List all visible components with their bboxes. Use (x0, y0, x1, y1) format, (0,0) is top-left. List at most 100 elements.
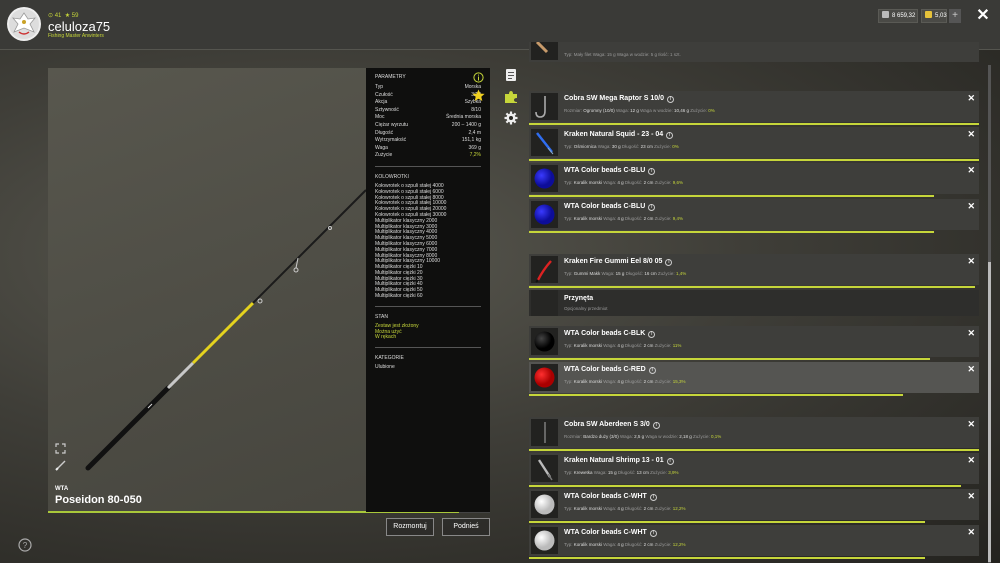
item-meta: Typ: Koralik morski Waga: 4 g Długość: 2… (564, 506, 685, 511)
meta-part: Waga: (602, 542, 618, 547)
meta-part: Waga w wodzie: (638, 108, 674, 113)
remove-icon[interactable]: ✕ (967, 328, 975, 339)
avatar[interactable] (6, 6, 42, 42)
info-icon[interactable]: i (648, 367, 656, 374)
meta-part: 30 g (611, 144, 621, 149)
spec-value: 7,2% (469, 152, 481, 159)
list-item[interactable]: WTA Color beads C-BLK i Typ: Koralik morsk… (529, 326, 979, 360)
spec-label: Zużycie (375, 152, 393, 159)
item-thumbnail (531, 256, 558, 283)
list-item[interactable]: Kraken Natural Shrimp 13 - 01 i Typ: Krewe… (529, 453, 979, 487)
remove-icon[interactable]: ✕ (967, 419, 975, 430)
meta-part: 2 cm (643, 542, 654, 547)
empty-slot-subtitle: Opcjonalny przedmiot (564, 306, 608, 311)
list-item[interactable]: WTA Color beads C-BLU i Typ: Koralik morsk… (529, 199, 979, 233)
puzzle-icon[interactable] (504, 90, 518, 104)
meta-part: Typ: (564, 180, 574, 185)
info-icon[interactable]: i (665, 259, 673, 266)
meta-part: Zużycie: (653, 379, 673, 384)
info-icon[interactable]: i (648, 204, 656, 211)
info-icon[interactable]: i (649, 494, 657, 501)
spec-label: Długość (375, 129, 394, 136)
meta-part: 2 cm (643, 379, 654, 384)
spec-row: Ciężar wyrzutu 200 – 1400 g (375, 122, 481, 130)
rod-name: Poseidon 80-050 (55, 494, 142, 506)
list-item[interactable]: Kraken Fire Gummi Eel 8/0 05 i Typ: Gummi … (529, 254, 979, 288)
empty-slot-title: Przynęta (564, 295, 594, 302)
state-heading: STAN (375, 313, 388, 320)
item-title: WTA Color beads C-WHT i (564, 493, 657, 501)
meta-part: 0% (672, 144, 679, 149)
info-icon[interactable]: i (666, 96, 674, 103)
list-item[interactable]: WTA Color beads C-WHT i Typ: Koralik morsk… (529, 489, 979, 523)
scrollbar-thumb[interactable] (988, 262, 991, 562)
meta-part: Waga: (600, 271, 616, 276)
list-item[interactable]: Cobra SW Mega Raptor S 10/0 i Rozmiar: Ogr… (529, 91, 979, 125)
info-icon[interactable]: i (648, 168, 656, 175)
item-title-text: Cobra SW Aberdeen S 3/0 (564, 421, 650, 428)
username: celuloza75 (48, 19, 111, 34)
item-title: WTA Color beads C-BLK i (564, 330, 656, 338)
list-item[interactable]: WTA Color beads C-BLU i Typ: Koralik morsk… (529, 163, 979, 197)
list-item[interactable]: Kraken Natural Squid - 23 - 04 i Typ: Ośmi… (529, 127, 979, 161)
meta-part: Typ: (564, 506, 574, 511)
pickup-button[interactable]: Podnieś (442, 518, 490, 536)
meta-part: 15,3% (672, 379, 686, 384)
spec-value: Średnia morska (445, 114, 481, 121)
disassemble-button[interactable]: Rozmontuj (386, 518, 434, 536)
list-item[interactable]: WTA Color beads C-WHT i Typ: Koralik morsk… (529, 525, 979, 559)
document-icon[interactable] (504, 68, 518, 82)
remove-icon[interactable]: ✕ (967, 165, 975, 176)
meta-part: Typ: (564, 144, 574, 149)
meta-part: Bardzo duży (3/0) (583, 434, 619, 439)
favorite-star-icon[interactable] (472, 89, 485, 102)
item-wear-bar (529, 231, 934, 233)
item-wear-bar (529, 195, 934, 197)
remove-icon[interactable]: ✕ (967, 256, 975, 267)
meta-part: 2 cm (643, 343, 654, 348)
meta-part: Waga w wodzie: (644, 434, 680, 439)
info-icon[interactable]: i (648, 331, 656, 338)
help-icon[interactable]: ? (18, 538, 32, 552)
list-item-partial[interactable]: Typ: Mały filet Waga: 15 g Waga w wodzie… (529, 40, 979, 62)
info-icon[interactable]: i (666, 458, 674, 465)
expand-icon[interactable] (55, 443, 66, 454)
spec-row: Akcja Szybka (375, 99, 481, 107)
remove-icon[interactable]: ✕ (967, 527, 975, 538)
meta-part: Typ: (564, 470, 574, 475)
empty-bait-slot[interactable]: Przynęta Opcjonalny przedmiot (529, 290, 979, 316)
remove-icon[interactable]: ✕ (967, 491, 975, 502)
meta-part: Gummi Makk (573, 271, 601, 276)
state-line: W rękach (375, 334, 397, 341)
meta-part: Zużycie: (653, 542, 673, 547)
level-stars: ⊙ 41 ★ 59 (48, 13, 79, 19)
item-title: Kraken Natural Shrimp 13 - 01 i (564, 457, 674, 465)
item-title-text: WTA Color beads C-RED (564, 366, 646, 373)
paint-brush-icon[interactable] (55, 460, 66, 471)
meta-part: Długość: (623, 379, 644, 384)
remove-icon[interactable]: ✕ (967, 201, 975, 212)
remove-icon[interactable]: ✕ (967, 455, 975, 466)
tackle-list[interactable]: Typ: Mały filet Waga: 15 g Waga w wodzie… (529, 0, 980, 563)
gear-icon[interactable] (504, 111, 518, 125)
remove-icon[interactable]: ✕ (967, 364, 975, 375)
item-wear-bar (529, 521, 925, 523)
info-icon[interactable] (473, 72, 484, 83)
info-icon[interactable]: i (649, 530, 657, 537)
list-item[interactable]: WTA Color beads C-RED i Typ: Koralik morsk… (529, 362, 979, 396)
info-icon[interactable]: i (666, 132, 674, 139)
spec-value: 151,1 kg (461, 137, 481, 144)
item-title-text: WTA Color beads C-BLU (564, 167, 646, 174)
remove-icon[interactable]: ✕ (967, 129, 975, 140)
item-thumbnail (531, 364, 558, 391)
meta-part: 2 cm (643, 180, 654, 185)
meta-part: Koralik morski (573, 542, 603, 547)
remove-icon[interactable]: ✕ (967, 93, 975, 104)
item-wear-bar (529, 286, 975, 288)
spec-row: Zużycie 7,2% (375, 152, 481, 160)
meta-part: 11% (672, 343, 682, 348)
item-thumbnail (531, 491, 558, 518)
info-icon[interactable]: i (652, 422, 660, 429)
item-wear-bar (529, 123, 979, 125)
list-item[interactable]: Cobra SW Aberdeen S 3/0 i Rozmiar: Bardzo … (529, 417, 979, 451)
